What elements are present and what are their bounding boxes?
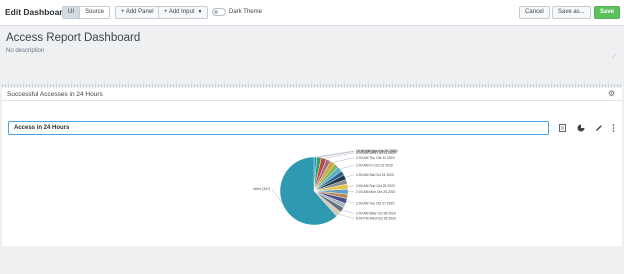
dark-theme-label: Dark Theme <box>229 9 262 15</box>
pie-chart: 10:00 PM Tue Oct 20 202012:00 AM Wed Oct… <box>253 149 398 226</box>
add-input-label: + Add Input <box>164 9 195 15</box>
edit-mode-switch: UI Source <box>62 6 111 19</box>
pie-leader-line <box>319 151 355 158</box>
add-panel-button[interactable]: + Add Panel <box>115 6 160 19</box>
kebab-icon[interactable] <box>612 124 615 134</box>
save-as-button[interactable]: Save as... <box>552 6 591 19</box>
panel-title[interactable]: Successful Accesses in 24 Hours <box>7 91 103 98</box>
pie-slice-label: 2:00 AM Sun Oct 25 2020 <box>356 184 395 188</box>
pie-leader-line <box>342 209 355 214</box>
dashboard-toolbar: Edit Dashboard UI Source + Add Panel + A… <box>0 0 624 26</box>
resize-handle-icon[interactable]: ⟋ <box>612 54 616 61</box>
pie-slice-label: 8:00 PM Wed Oct 28 2020 <box>356 217 396 221</box>
panel-header: Successful Accesses in 24 Hours ⚙ <box>2 88 622 101</box>
pie-slice-label: 2:00 AM Wed Oct 21 2020 <box>356 151 396 155</box>
search-title-input[interactable]: Access in 24 Hours <box>8 121 549 135</box>
source-mode-button[interactable]: Source <box>79 7 110 18</box>
dashboard-panel: Successful Accesses in 24 Hours ⚙ Access… <box>2 88 622 246</box>
row-drag-handle[interactable] <box>2 84 622 87</box>
pie-icon[interactable] <box>577 124 585 134</box>
pie-leader-line <box>339 164 355 170</box>
page-title: Edit Dashboard <box>5 7 68 17</box>
pie-slice-label: 2:00 AM Sat Oct 24 2020 <box>356 173 394 177</box>
gear-icon[interactable]: ⚙ <box>608 89 615 98</box>
dark-theme-toggle[interactable] <box>212 8 226 16</box>
document-icon[interactable] <box>559 124 566 134</box>
pie-leader-line <box>323 152 355 159</box>
pie-slice-label: 2:00 AM Mon Oct 26 2020 <box>356 190 396 194</box>
pie-leader-line <box>346 201 355 204</box>
pencil-icon[interactable] <box>595 124 603 134</box>
cancel-button[interactable]: Cancel <box>519 6 550 19</box>
pie-leader-line <box>338 214 355 219</box>
pie-slice-label: 2:00 AM Wed Oct 28 2020 <box>356 212 396 216</box>
dashboard-title[interactable]: Access Report Dashboard <box>6 32 140 44</box>
pie-leader-line <box>345 174 355 178</box>
pie-slice-label: other (347) <box>253 187 270 191</box>
save-button[interactable]: Save <box>594 6 621 19</box>
pie-slice-label: 2:00 AM Tue Oct 27 2020 <box>356 201 395 205</box>
pie-leader-line <box>347 185 355 187</box>
ui-mode-button[interactable]: UI <box>63 7 79 18</box>
dashboard-description[interactable]: No description <box>6 48 44 54</box>
pie-leader-line <box>332 157 355 163</box>
pie-slice-label: 2:00 AM Fri Oct 23 2020 <box>356 163 393 167</box>
chevron-down-icon: ▼ <box>197 9 203 15</box>
pie-slice-label: 2:00 AM Thu Oct 22 2020 <box>356 156 395 160</box>
add-input-button[interactable]: + Add Input ▼ <box>158 6 209 19</box>
